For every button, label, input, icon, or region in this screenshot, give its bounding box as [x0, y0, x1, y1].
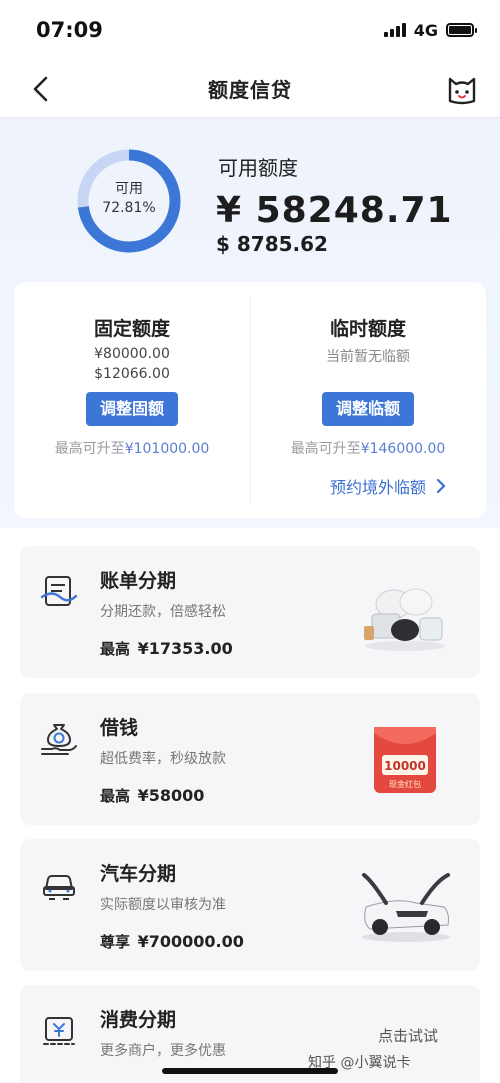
battery-icon [446, 23, 477, 37]
bill-installment-icon [40, 576, 78, 606]
fixed-max-prefix: 最高可升至 [54, 441, 125, 457]
fixed-limit-title: 固定额度 [93, 318, 170, 340]
adjust-fixed-button[interactable]: 调整固额 [85, 392, 179, 426]
product-amount: 尊享 ¥700000.00 [100, 931, 244, 952]
product-subtitle: 超低费率，秒级放款 [100, 751, 226, 767]
reserve-link-label: 预约境外临额 [329, 478, 426, 497]
amount-value: ¥17353.00 [137, 639, 233, 658]
envelope-amount: 10000 [384, 759, 426, 773]
status-bar: 07:09 4G [0, 0, 500, 60]
money-bag-hand-icon [41, 724, 77, 755]
temporary-max-line: 最高可升至¥146000.00 [250, 438, 486, 458]
temporary-limit-note: 当前暂无临额 [326, 349, 410, 365]
available-amount-usd: $ 8785.62 [216, 232, 328, 256]
temporary-max-prefix: 最高可升至 [290, 441, 361, 457]
signal-icon [383, 23, 406, 37]
auto-installment-card[interactable]: 汽车分期 实际额度以审核为准 尊享 ¥700000.00 [20, 839, 480, 971]
product-amount: 最高 ¥58000 [100, 785, 204, 806]
network-type: 4G [413, 20, 438, 40]
temporary-limit-section: 临时额度 当前暂无临额 调整临额 最高可升至¥146000.00 预约境外临额 [250, 282, 486, 518]
kitchenware-image [364, 588, 445, 651]
red-envelope-image: 10000 现金红包 [374, 727, 436, 793]
amount-value: ¥58000 [137, 786, 205, 805]
product-subtitle: 实际额度以审核为准 [100, 897, 226, 913]
envelope-label: 现金红包 [389, 779, 421, 789]
fixed-limit-usd: $12066.00 [94, 366, 170, 382]
bill-installment-card[interactable]: 账单分期 分期还款，倍感轻松 最高 ¥17353.00 [20, 546, 480, 678]
product-subtitle: 更多商户，更多优惠 [100, 1043, 226, 1059]
limits-card: 固定额度 ¥80000.00 $12066.00 调整固额 最高可升至¥1010… [14, 282, 486, 518]
product-title: 汽车分期 [100, 863, 177, 885]
available-amount-cny: ¥ 58248.71 [216, 190, 453, 231]
car-icon [43, 875, 75, 900]
fixed-limit-cny: ¥80000.00 [94, 346, 170, 362]
product-amount: 最高 ¥17353.00 [100, 638, 233, 659]
try-it-link[interactable]: 点击试试 [378, 1025, 438, 1046]
cat-mascot-icon[interactable] [444, 71, 480, 107]
amount-prefix: 尊享 [100, 933, 131, 951]
fixed-max-line: 最高可升至¥101000.00 [14, 438, 250, 458]
amount-prefix: 最高 [100, 787, 131, 805]
temporary-max-value: ¥146000.00 [360, 441, 446, 457]
product-title: 借钱 [100, 717, 139, 739]
yuan-receipt-icon [43, 1017, 75, 1045]
status-time: 07:09 [36, 18, 103, 42]
product-title: 账单分期 [100, 570, 177, 592]
reserve-overseas-limit-link[interactable]: 预约境外临额 [330, 474, 446, 498]
nav-bar: 额度信贷 [0, 60, 500, 118]
amount-value: ¥700000.00 [137, 932, 244, 951]
back-arrow-icon[interactable] [26, 72, 56, 106]
page-title: 额度信贷 [208, 78, 292, 102]
status-indicators: 4G [383, 20, 477, 40]
borrow-money-card[interactable]: 借钱 超低费率，秒级放款 最高 ¥58000 10000 现金红包 [20, 693, 480, 825]
donut-percent: 72.81% [102, 200, 156, 216]
amount-prefix: 最高 [100, 640, 131, 658]
adjust-temporary-button[interactable]: 调整临额 [321, 392, 415, 426]
temporary-limit-title: 临时额度 [329, 318, 406, 340]
donut-label: 可用 72.81% [74, 180, 184, 218]
product-subtitle: 分期还款，倍感轻松 [100, 604, 226, 620]
donut-caption: 可用 [115, 181, 143, 197]
available-title: 可用额度 [218, 156, 298, 180]
fixed-limit-section: 固定额度 ¥80000.00 $12066.00 调整固额 最高可升至¥1010… [14, 282, 250, 518]
chevron-right-icon [436, 478, 446, 494]
car-image [362, 873, 450, 942]
home-indicator[interactable] [162, 1068, 338, 1074]
fixed-max-value: ¥101000.00 [124, 441, 210, 457]
product-title: 消费分期 [100, 1009, 177, 1031]
